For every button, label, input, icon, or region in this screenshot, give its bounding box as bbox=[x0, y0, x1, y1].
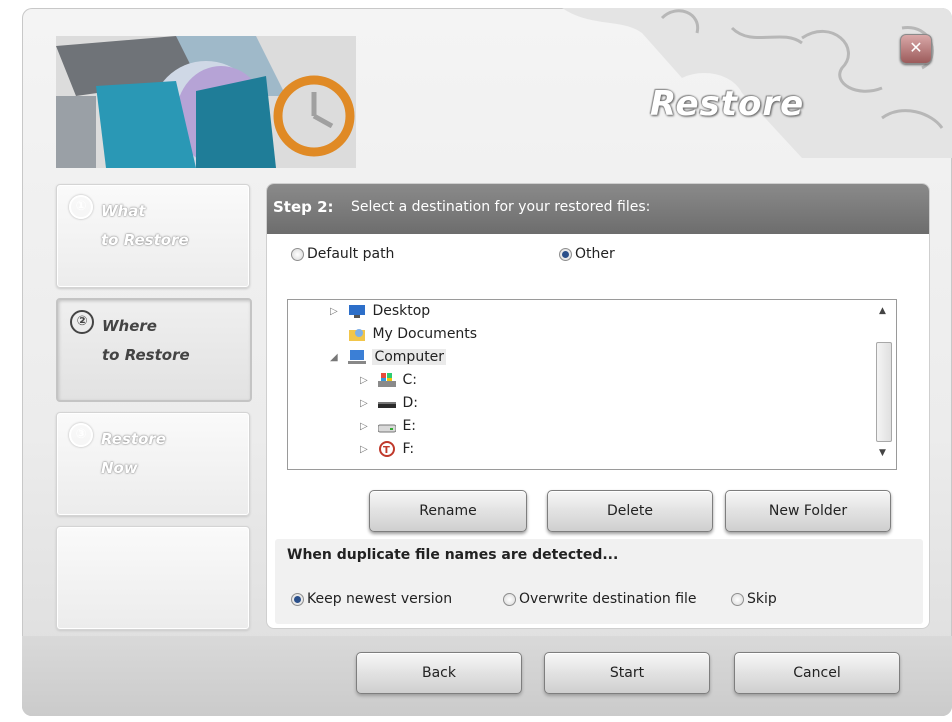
close-button[interactable]: ✕ bbox=[900, 34, 932, 64]
tree-item-computer[interactable]: ◢ Computer bbox=[330, 349, 447, 371]
collapse-arrow-icon[interactable]: ◢ bbox=[330, 352, 344, 363]
close-icon: ✕ bbox=[909, 38, 923, 57]
destination-panel: Step 2: Select a destination for your re… bbox=[266, 183, 930, 629]
panel-header: Step 2: Select a destination for your re… bbox=[267, 184, 929, 234]
new-folder-button[interactable]: New Folder bbox=[725, 490, 891, 532]
expand-arrow-icon[interactable]: ▷ bbox=[360, 444, 374, 455]
keep-newest-radio[interactable]: Keep newest version bbox=[291, 591, 452, 607]
folder-tree[interactable]: ▷ Desktop My Documents ◢ Computer ▷ C: ▷… bbox=[287, 299, 897, 470]
tree-item-desktop[interactable]: ▷ Desktop bbox=[330, 303, 430, 325]
tree-item-drive-c[interactable]: ▷ C: bbox=[360, 372, 417, 394]
step-number: ③ bbox=[69, 423, 93, 447]
tree-scrollbar[interactable]: ▲ ▼ bbox=[874, 300, 894, 467]
cancel-button[interactable]: Cancel bbox=[734, 652, 900, 694]
scroll-down-icon[interactable]: ▼ bbox=[879, 448, 886, 458]
other-path-radio[interactable]: Other bbox=[559, 246, 615, 262]
delete-button[interactable]: Delete bbox=[547, 490, 713, 532]
puzzle-background bbox=[562, 8, 952, 158]
header-banner: Restore ✕ bbox=[22, 8, 952, 173]
footer-bar: Back Start Cancel bbox=[22, 636, 952, 716]
radio-icon bbox=[731, 592, 744, 606]
step-label: Restore Now bbox=[101, 430, 166, 477]
start-button[interactable]: Start bbox=[544, 652, 710, 694]
expand-arrow-icon[interactable]: ▷ bbox=[360, 421, 374, 432]
window-shadow-gap bbox=[0, 0, 22, 722]
step-empty-slot bbox=[56, 526, 250, 630]
tree-item-drive-d[interactable]: ▷ D: bbox=[360, 395, 418, 417]
step-number: ① bbox=[69, 195, 93, 219]
step-what-to-restore[interactable]: ① What to Restore bbox=[56, 184, 250, 288]
rename-button[interactable]: Rename bbox=[369, 490, 527, 532]
restore-window: Restore ✕ ① What to Restore ② Where to R… bbox=[22, 8, 952, 716]
drive-f-icon: T bbox=[378, 441, 396, 457]
step-number: ② bbox=[70, 310, 94, 334]
step-label: Where to Restore bbox=[102, 317, 190, 364]
expand-arrow-icon[interactable]: ▷ bbox=[360, 398, 374, 409]
computer-icon bbox=[348, 349, 367, 365]
step-instruction: Select a destination for your restored f… bbox=[351, 199, 651, 215]
back-button[interactable]: Back bbox=[356, 652, 522, 694]
scroll-up-icon[interactable]: ▲ bbox=[879, 306, 886, 316]
system-drive-icon bbox=[378, 372, 397, 388]
duplicate-title: When duplicate file names are detected..… bbox=[287, 547, 619, 563]
radio-icon bbox=[291, 247, 304, 261]
duplicate-options: When duplicate file names are detected..… bbox=[275, 539, 923, 624]
step-label: What to Restore bbox=[101, 202, 189, 249]
default-path-radio[interactable]: Default path bbox=[291, 246, 394, 262]
documents-folder-icon bbox=[348, 326, 366, 342]
step-restore-now[interactable]: ③ Restore Now bbox=[56, 412, 250, 516]
drive-icon bbox=[378, 395, 397, 411]
scrollbar-thumb[interactable] bbox=[876, 342, 892, 442]
skip-radio[interactable]: Skip bbox=[731, 591, 777, 607]
removable-drive-icon bbox=[377, 418, 397, 434]
tree-item-my-documents[interactable]: My Documents bbox=[330, 326, 477, 348]
radio-icon bbox=[559, 247, 572, 261]
window-title: Restore bbox=[650, 84, 805, 124]
step-number-label: Step 2: bbox=[273, 198, 334, 216]
desktop-icon bbox=[348, 303, 366, 319]
tree-item-drive-e[interactable]: ▷ E: bbox=[360, 418, 416, 440]
tree-item-drive-f[interactable]: ▷ T F: bbox=[360, 441, 414, 463]
svg-text:T: T bbox=[383, 445, 390, 456]
radio-icon bbox=[291, 592, 304, 606]
step-where-to-restore[interactable]: ② Where to Restore bbox=[56, 298, 252, 402]
expand-arrow-icon[interactable]: ▷ bbox=[330, 306, 344, 317]
overwrite-radio[interactable]: Overwrite destination file bbox=[503, 591, 697, 607]
expand-arrow-icon[interactable]: ▷ bbox=[360, 375, 374, 386]
backup-box-illustration bbox=[56, 36, 356, 168]
radio-icon bbox=[503, 592, 516, 606]
